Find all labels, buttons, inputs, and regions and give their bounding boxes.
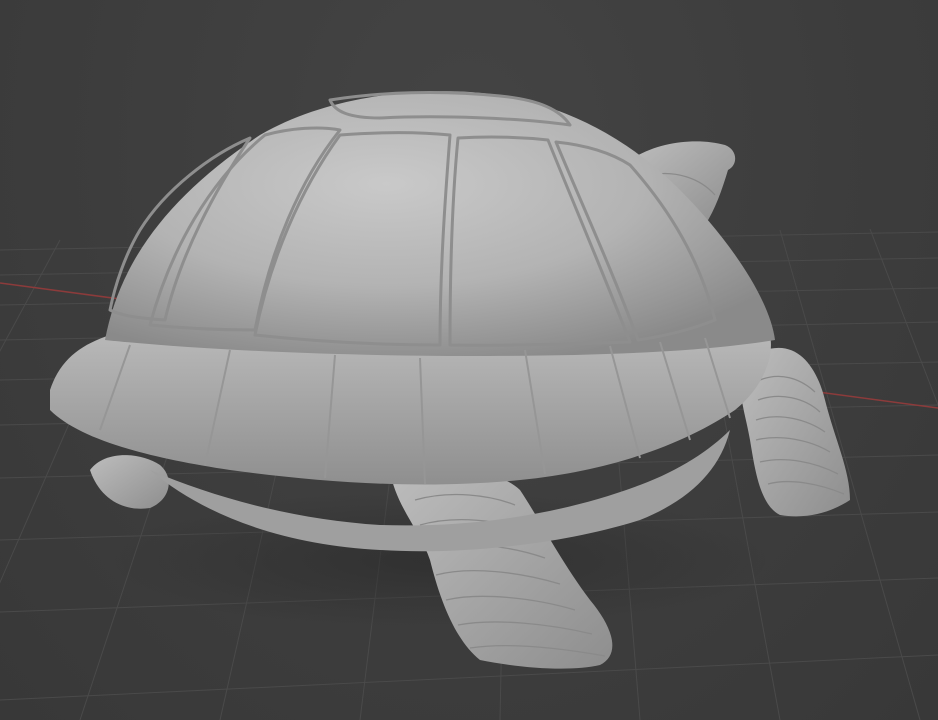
3d-viewport[interactable]: [0, 0, 938, 720]
viewport-canvas: [0, 91, 938, 720]
tortoise-tail: [90, 455, 169, 509]
